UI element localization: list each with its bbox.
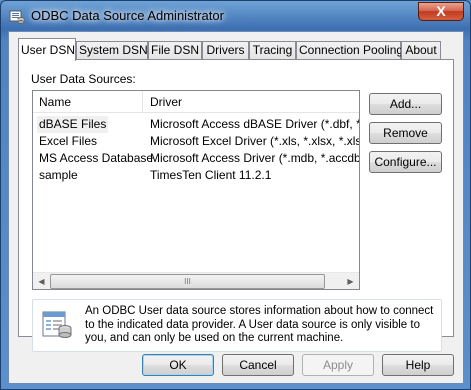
dsn-driver: TimesTen Client 11.2.1 (150, 168, 272, 182)
tab-tracing[interactable]: Tracing (249, 41, 296, 60)
list-item[interactable]: dBASE Files Microsoft Access dBASE Drive… (33, 116, 359, 133)
scroll-left-icon[interactable]: ◀ (33, 273, 50, 289)
info-text: An ODBC User data source stores informat… (85, 305, 434, 344)
window-title: ODBC Data Source Administrator (31, 8, 224, 23)
dsn-name: dBASE Files (37, 116, 109, 133)
tab-drivers[interactable]: Drivers (202, 41, 249, 60)
horizontal-scrollbar[interactable]: ◀ III ▶ (33, 272, 359, 289)
datasource-icon (41, 308, 73, 340)
configure-button[interactable]: Configure... (369, 151, 442, 173)
tab-connection-pooling[interactable]: Connection Pooling (296, 41, 403, 60)
list-item[interactable]: Excel Files Microsoft Excel Driver (*.xl… (33, 133, 359, 150)
remove-button[interactable]: Remove (369, 122, 442, 144)
close-button[interactable]: X (418, 2, 464, 21)
list-item[interactable]: sample TimesTen Client 11.2.1 (33, 167, 359, 184)
tab-about[interactable]: About (401, 41, 441, 60)
tab-file-dsn[interactable]: File DSN (148, 41, 202, 60)
dsn-driver: Microsoft Access Driver (*.mdb, *.accdb) (150, 151, 360, 165)
apply-button[interactable]: Apply (302, 354, 374, 376)
title-bar[interactable]: ODBC Data Source Administrator X (1, 1, 470, 31)
odbc-window: ODBC Data Source Administrator X User DS… (0, 0, 471, 390)
scroll-thumb[interactable]: III (50, 274, 325, 289)
add-button[interactable]: Add... (369, 93, 442, 115)
column-header-name[interactable]: Name (33, 91, 143, 113)
list-item[interactable]: MS Access Database Microsoft Access Driv… (33, 150, 360, 167)
dsn-driver: Microsoft Access dBASE Driver (*.dbf, *.… (150, 117, 359, 131)
info-box: An ODBC User data source stores informat… (32, 299, 442, 352)
user-dsn-panel: User Data Sources: Name Driver dBASE Fil… (18, 59, 454, 352)
list-header: Name Driver (33, 91, 359, 113)
data-sources-list[interactable]: Name Driver dBASE Files Microsoft Access… (32, 90, 360, 290)
tab-strip: User DSN System DSN File DSN Drivers Tra… (18, 38, 455, 61)
tab-user-dsn[interactable]: User DSN (18, 38, 76, 61)
odbc-icon (9, 8, 25, 24)
dsn-name: MS Access Database (39, 151, 154, 165)
dsn-driver: Microsoft Excel Driver (*.xls, *.xlsx, *… (150, 134, 359, 148)
scroll-right-icon[interactable]: ▶ (342, 273, 359, 289)
dsn-name: Excel Files (39, 134, 98, 148)
dsn-name: sample (39, 168, 78, 182)
help-button[interactable]: Help (382, 354, 454, 376)
dialog-client: User DSN System DSN File DSN Drivers Tra… (8, 31, 464, 384)
tab-system-dsn[interactable]: System DSN (76, 41, 148, 60)
column-header-driver[interactable]: Driver (144, 91, 359, 113)
user-data-sources-label: User Data Sources: (31, 72, 136, 86)
cancel-button[interactable]: Cancel (222, 354, 294, 376)
ok-button[interactable]: OK (142, 354, 214, 376)
